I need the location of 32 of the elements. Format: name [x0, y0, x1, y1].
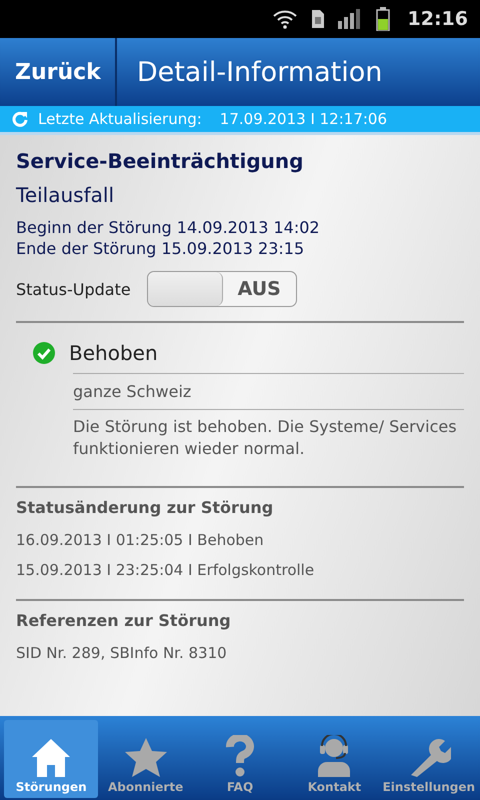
- wifi-icon: [272, 9, 298, 29]
- signal-icon: [338, 9, 362, 29]
- headset-icon: [316, 735, 352, 777]
- status-update-toggle[interactable]: AUS: [146, 271, 297, 307]
- start-time: Beginn der Störung 14.09.2013 14:02: [16, 217, 321, 238]
- update-timestamp: 17.09.2013 I 12:17:06: [220, 110, 388, 128]
- end-time: Ende der Störung 15.09.2013 23:15: [16, 238, 306, 259]
- status-title: Behoben: [69, 341, 158, 365]
- nav-tab[interactable]: Abonnierte: [98, 720, 193, 798]
- help-icon: [225, 735, 256, 777]
- house-icon: [30, 737, 72, 777]
- star-icon: [124, 737, 168, 777]
- battery-icon: [376, 7, 390, 31]
- refresh-icon[interactable]: [12, 111, 28, 127]
- affected-region: ganze Schweiz: [73, 373, 464, 409]
- nav-tab[interactable]: Einstellungen: [382, 720, 476, 798]
- history-heading: Statusänderung zur Störung: [16, 498, 274, 517]
- references-text: SID Nr. 289, SBInfo Nr. 8310: [16, 643, 228, 664]
- status-description: Die Störung ist behoben. Die Systeme/ Services funktionieren wieder normal.: [73, 409, 464, 460]
- screen-title: Detail-Information: [136, 56, 382, 88]
- history-entry: 16.09.2013 I 01:25:05 I Behoben: [16, 530, 265, 551]
- update-label: Letzte Aktualisierung:: [38, 110, 202, 128]
- clock: 12:16: [408, 8, 468, 30]
- nav-tab[interactable]: Störungen: [4, 720, 98, 798]
- sim-card-icon: [312, 10, 324, 28]
- category-heading: Service-Beeinträchtigung: [16, 149, 304, 173]
- references-heading: Referenzen zur Störung: [16, 611, 232, 630]
- nav-tab[interactable]: Kontakt: [287, 720, 382, 798]
- outage-type: Teilausfall: [16, 183, 115, 207]
- status-update-label: Status-Update: [16, 280, 131, 298]
- nav-tab[interactable]: FAQ: [192, 720, 288, 798]
- history-entry: 15.09.2013 I 23:25:04 I Erfolgskontrolle: [16, 560, 316, 581]
